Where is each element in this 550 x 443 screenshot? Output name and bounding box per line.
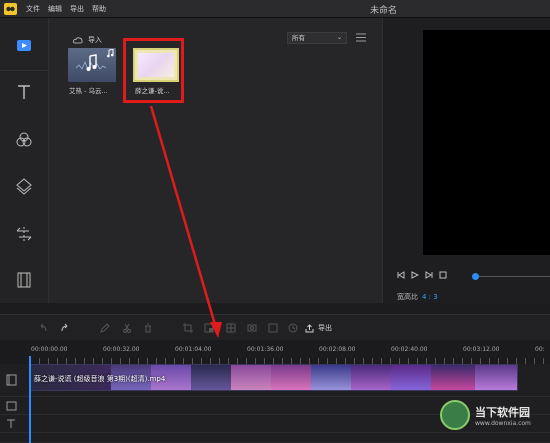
aspect-ratio-value[interactable]: 4 : 3: [422, 293, 438, 301]
audio-track[interactable]: [0, 433, 550, 443]
timeline-ruler[interactable]: 00:00:00.00 00:00:32.00 00:01:04.00 00:0…: [0, 340, 550, 364]
app-logo-icon: [4, 3, 17, 15]
progress-knob[interactable]: [472, 273, 479, 280]
ruler-label: 00:03:12.00: [463, 346, 500, 353]
ruler-label: 00:00:00.00: [31, 346, 68, 353]
mosaic-icon[interactable]: [204, 323, 214, 333]
text-track-icon: [7, 419, 15, 428]
undo-icon[interactable]: [38, 323, 48, 333]
menu-edit[interactable]: 编辑: [48, 4, 62, 14]
text-icon[interactable]: [14, 82, 34, 102]
list-view-icon[interactable]: [356, 33, 366, 44]
menu-bar: 文件 编辑 导出 帮助: [26, 4, 106, 14]
ruler-label: 00:01:36.00: [247, 346, 284, 353]
media-library-panel: 导入 所有 ⌄ 艾热 - 乌云... 薛之谦-说...: [48, 18, 382, 303]
aspect-ratio[interactable]: 宽高比 4 : 3: [397, 292, 438, 302]
screenshot-icon[interactable]: [268, 323, 278, 333]
cloud-import-icon: [73, 37, 83, 44]
film-icon[interactable]: [14, 270, 34, 290]
media-icon[interactable]: [14, 36, 34, 56]
step-forward-icon[interactable]: [425, 271, 433, 279]
clip-label: 薛之谦-说谎 (超级音浪 第3期)(超清).mp4: [34, 375, 166, 383]
ruler-label: 00:02:40.00: [391, 346, 428, 353]
crop-icon[interactable]: [183, 323, 193, 333]
watermark-text: 当下软件园: [475, 405, 530, 419]
grid-icon[interactable]: [226, 323, 236, 333]
timeline-video-clip[interactable]: 薛之谦-说谎 (超级音浪 第3期)(超清).mp4: [30, 364, 518, 391]
filter-icon[interactable]: [14, 130, 34, 150]
window-title: 未命名: [370, 6, 398, 16]
site-watermark: 当下软件园 www.downxia.com: [440, 400, 531, 430]
watermark-logo-icon: [440, 400, 470, 430]
audio-badge-icon: [107, 49, 114, 58]
stop-icon[interactable]: [439, 271, 447, 279]
overlay-track-icon: [6, 401, 17, 411]
watermark-url: www.downxia.com: [475, 419, 531, 427]
freeze-frame-icon[interactable]: [247, 323, 257, 333]
chevron-down-icon: ⌄: [336, 34, 342, 41]
title-bar: 文件 编辑 导出 帮助 未命名: [0, 0, 550, 18]
menu-file[interactable]: 文件: [26, 4, 40, 14]
ruler-label: 00:02:08.00: [319, 346, 356, 353]
edit-toolbar: 导出: [0, 314, 550, 340]
timeline-playhead[interactable]: [29, 356, 31, 443]
export-button[interactable]: 导出: [305, 323, 332, 333]
playback-progress-bar[interactable]: [472, 273, 550, 280]
overlay-icon[interactable]: [14, 176, 34, 196]
scissors-icon[interactable]: [122, 323, 132, 333]
step-back-icon[interactable]: [397, 271, 405, 279]
media-filter-value: 所有: [292, 34, 305, 42]
export-icon: [305, 323, 314, 332]
preview-screen: [423, 30, 550, 255]
ruler-label: 00:01:04.00: [175, 346, 212, 353]
video-track-icon: [6, 374, 17, 386]
preview-panel: 宽高比 4 : 3: [382, 18, 550, 303]
highlight-box: [123, 38, 184, 103]
export-label: 导出: [318, 324, 332, 332]
aspect-ratio-label: 宽高比: [397, 293, 418, 301]
menu-export[interactable]: 导出: [70, 4, 84, 14]
pencil-icon[interactable]: [100, 323, 110, 333]
ruler-label: 00:00:32.00: [103, 346, 140, 353]
import-button[interactable]: 导入: [73, 35, 102, 45]
delete-icon[interactable]: [143, 323, 153, 333]
menu-help[interactable]: 帮助: [92, 4, 106, 14]
media-filter-dropdown[interactable]: 所有 ⌄: [287, 32, 347, 44]
sidebar-divider: [0, 70, 48, 71]
playback-controls: [397, 271, 447, 279]
redo-icon[interactable]: [60, 323, 70, 333]
duration-icon[interactable]: [288, 323, 298, 333]
ruler-label: 00:: [535, 346, 545, 353]
media-item-audio-caption: 艾热 - 乌云...: [69, 87, 108, 95]
play-icon[interactable]: [411, 271, 419, 279]
import-label: 导入: [88, 36, 102, 44]
transition-icon[interactable]: [14, 224, 34, 244]
sidebar: [0, 18, 48, 303]
